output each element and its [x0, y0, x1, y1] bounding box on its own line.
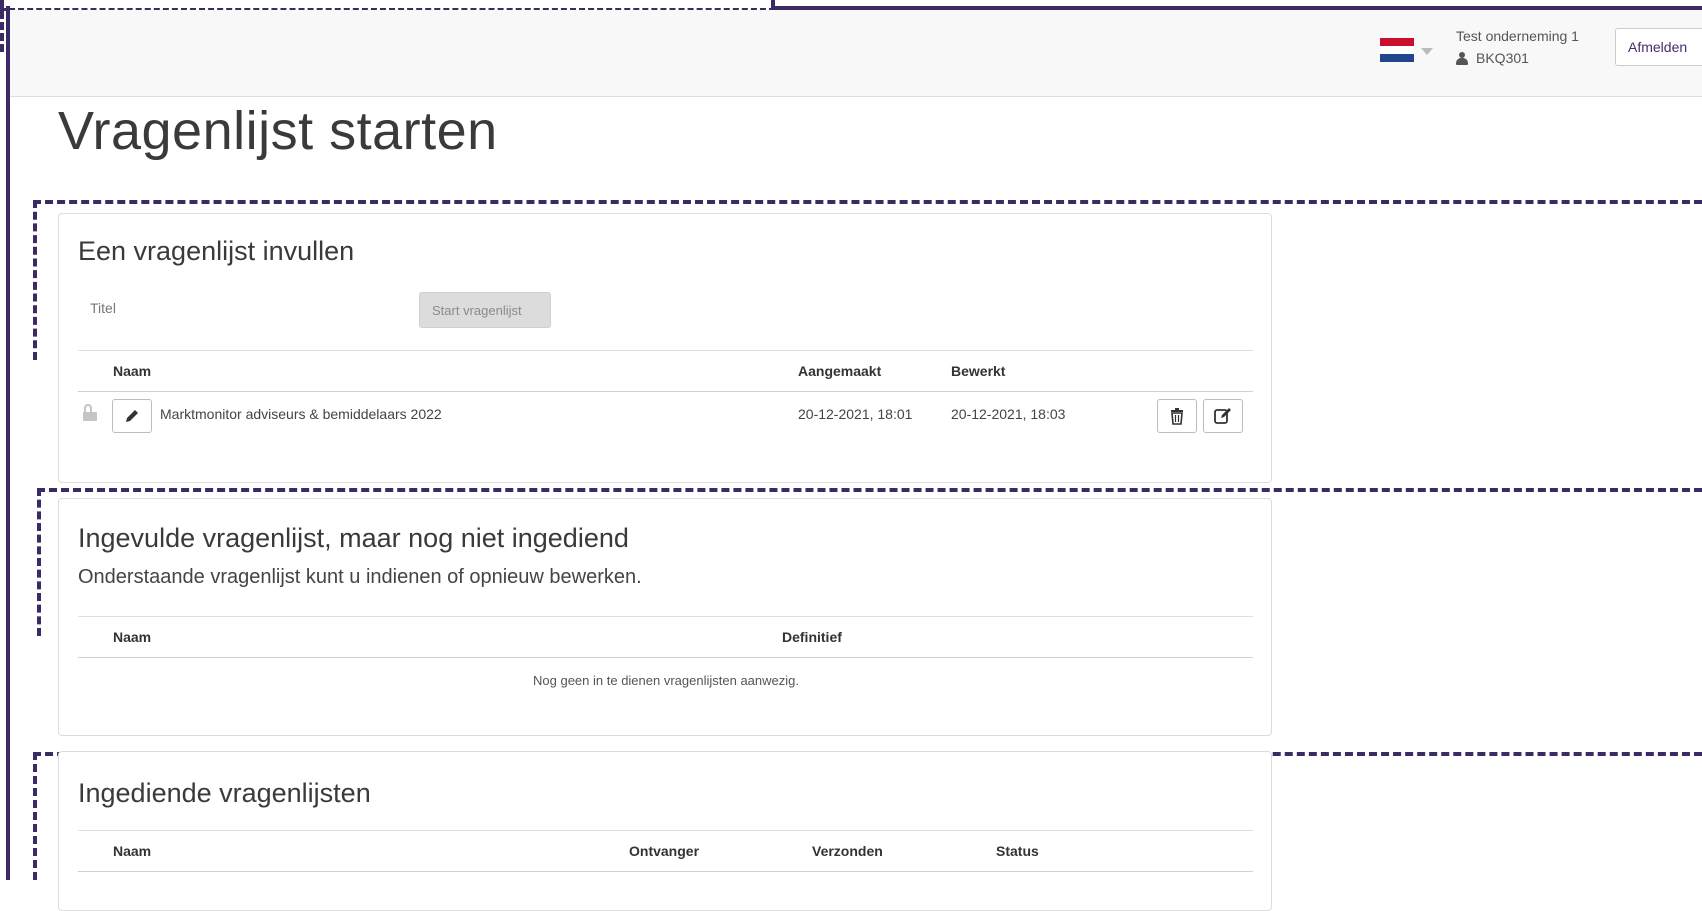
page-title: Vragenlijst starten — [58, 101, 498, 161]
user-id: BKQ301 — [1476, 50, 1529, 66]
user-icon — [1456, 51, 1468, 65]
fill-section-heading: Een vragenlijst invullen — [78, 236, 355, 266]
fill-questionnaire-panel: Een vragenlijst invullen Titel Start vra… — [58, 213, 1272, 483]
row-name[interactable]: Marktmonitor adviseurs & bemiddelaars 20… — [160, 406, 442, 422]
col-created: Aangemaakt — [798, 363, 882, 379]
table-header: Naam Definitief — [78, 616, 1253, 658]
logout-button[interactable]: Afmelden — [1615, 28, 1702, 66]
edit-button[interactable] — [1203, 399, 1243, 433]
col-name: Naam — [113, 363, 152, 379]
pending-section-heading: Ingevulde vragenlijst, maar nog niet ing… — [78, 523, 629, 553]
callout-vline-2 — [37, 488, 41, 636]
unlock-icon — [83, 404, 97, 421]
callout-vline-1 — [33, 200, 37, 360]
submitted-section-heading: Ingediende vragenlijsten — [78, 778, 371, 808]
company-name: Test onderneming 1 — [1456, 28, 1579, 44]
col-sent: Verzonden — [812, 843, 883, 859]
top-header — [10, 10, 1702, 97]
title-input[interactable]: Titel — [90, 300, 116, 316]
submitted-questionnaires-panel: Ingediende vragenlijsten Naam Ontvanger … — [58, 751, 1272, 911]
col-name: Naam — [113, 629, 152, 645]
frame-left-dashed — [0, 0, 4, 52]
pencil-icon — [126, 410, 138, 422]
row-created: 20-12-2021, 18:01 — [798, 406, 913, 422]
start-questionnaire-button[interactable]: Start vragenlijst — [419, 292, 551, 328]
trash-icon — [1171, 408, 1183, 425]
pending-section-subtitle: Onderstaande vragenlijst kunt u indienen… — [78, 566, 642, 588]
chevron-down-icon[interactable] — [1421, 48, 1433, 55]
col-status: Status — [996, 843, 1039, 859]
callout-vline-3 — [33, 752, 37, 880]
edit-square-icon — [1214, 408, 1231, 424]
col-name: Naam — [113, 843, 152, 859]
table-header: Naam Ontvanger Verzonden Status — [78, 830, 1253, 872]
table-header: Naam Aangemaakt Bewerkt — [78, 350, 1253, 392]
edit-pencil-button[interactable] — [112, 399, 152, 433]
frame-left-border — [6, 6, 10, 880]
row-edited: 20-12-2021, 18:03 — [951, 406, 1066, 422]
col-final: Definitief — [782, 629, 842, 645]
col-edited: Bewerkt — [951, 363, 1006, 379]
col-recipient: Ontvanger — [629, 843, 700, 859]
delete-button[interactable] — [1157, 399, 1197, 433]
pending-questionnaire-panel: Ingevulde vragenlijst, maar nog niet ing… — [58, 498, 1272, 736]
empty-state-message: Nog geen in te dienen vragenlijsten aanw… — [533, 673, 799, 688]
callout-line-1 — [33, 200, 1702, 204]
dutch-flag-icon[interactable] — [1380, 38, 1414, 62]
callout-line-2 — [37, 488, 1702, 492]
user-info: BKQ301 — [1456, 50, 1529, 66]
